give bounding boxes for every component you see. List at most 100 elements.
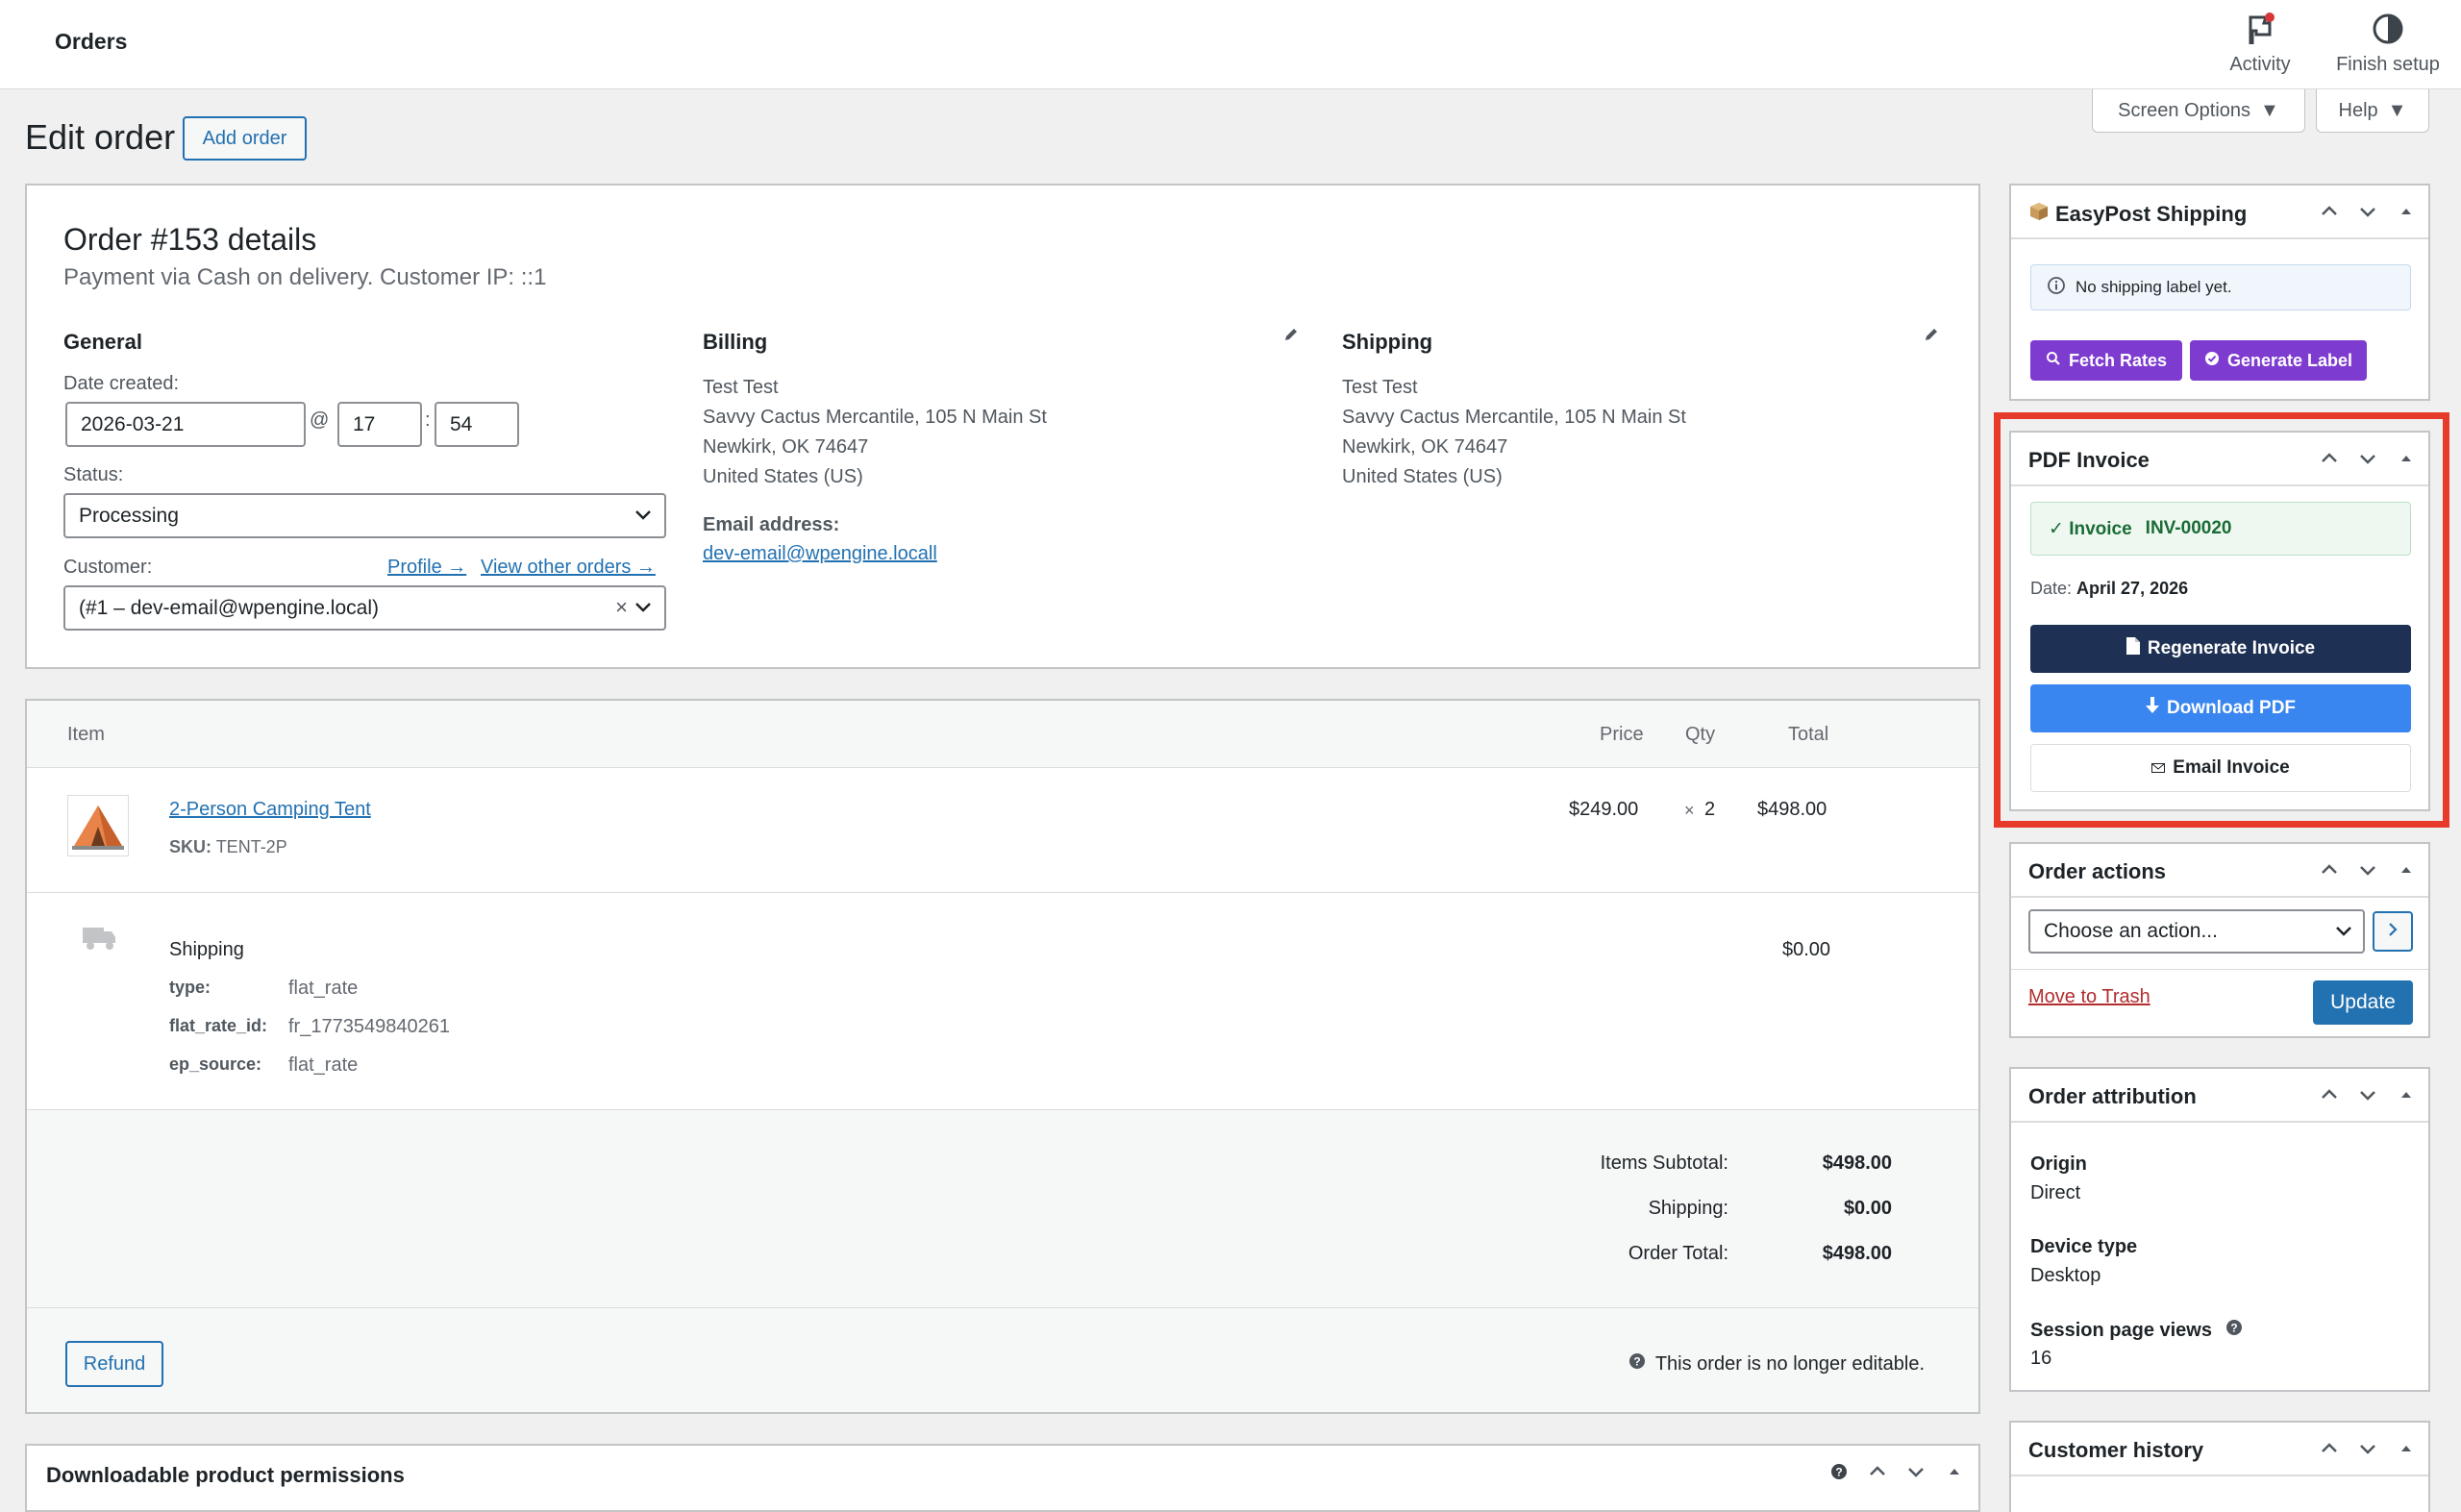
chevron-up-icon[interactable] bbox=[2315, 1080, 2344, 1109]
product-thumbnail bbox=[67, 795, 129, 856]
finish-setup-button[interactable]: Finish setup bbox=[2330, 12, 2446, 76]
toggle-triangle-icon[interactable] bbox=[2392, 197, 2421, 226]
chevron-down-icon[interactable] bbox=[1902, 1457, 1930, 1486]
caret-down-icon: ▼ bbox=[2387, 99, 2407, 121]
generate-label-button[interactable]: Generate Label bbox=[2190, 340, 2367, 381]
status-label: Status: bbox=[63, 464, 124, 485]
screen-options-label: Screen Options bbox=[2118, 99, 2251, 121]
chevron-down-icon[interactable] bbox=[2353, 197, 2382, 226]
clear-icon[interactable]: × bbox=[615, 595, 628, 620]
package-icon bbox=[2028, 201, 2050, 228]
shipping-line-name: Shipping bbox=[169, 939, 244, 960]
activity-button[interactable]: Activity bbox=[2226, 12, 2294, 76]
caret-down-icon: ▼ bbox=[2260, 99, 2279, 121]
general-heading: General bbox=[63, 330, 142, 354]
minute-input[interactable]: 54 bbox=[435, 402, 519, 447]
toggle-triangle-icon[interactable] bbox=[2392, 444, 2421, 473]
email-invoice-button[interactable]: Email Invoice bbox=[2030, 744, 2411, 792]
order-action-select[interactable]: Choose an action... bbox=[2028, 909, 2365, 954]
date-created-input[interactable]: 2026-03-21 bbox=[65, 402, 306, 447]
regenerate-invoice-button[interactable]: Regenerate Invoice bbox=[2030, 625, 2411, 673]
chevron-up-icon[interactable] bbox=[2315, 1434, 2344, 1463]
hour-input[interactable]: 17 bbox=[337, 402, 422, 447]
pdf-invoice-title: PDF Invoice bbox=[2028, 448, 2150, 472]
shipping-line: United States (US) bbox=[1342, 466, 1503, 487]
pdf-invoice-box: PDF Invoice ✓ Invoice INV-00020 Date: Ap… bbox=[2009, 431, 2430, 811]
meta-value: fr_1773549840261 bbox=[288, 1016, 450, 1037]
top-bar: Orders Activity Finish setup bbox=[0, 0, 2461, 89]
qty-times: × bbox=[1684, 801, 1695, 820]
chevron-up-icon[interactable] bbox=[2315, 855, 2344, 884]
customer-history-title: Customer history bbox=[2028, 1438, 2204, 1462]
fetch-rates-button[interactable]: Fetch Rates bbox=[2030, 340, 2182, 381]
chevron-down-icon bbox=[634, 505, 653, 530]
product-qty: 2 bbox=[1704, 799, 1716, 820]
download-pdf-button[interactable]: Download PDF bbox=[2030, 684, 2411, 732]
chevron-down-icon[interactable] bbox=[2353, 1080, 2382, 1109]
refund-button[interactable]: Refund bbox=[65, 1341, 163, 1387]
session-views-label-row: Session page views ? bbox=[2030, 1319, 2243, 1342]
add-order-button[interactable]: Add order bbox=[183, 116, 307, 161]
product-name-link[interactable]: 2-Person Camping Tent bbox=[169, 799, 371, 821]
help-icon: ? bbox=[1628, 1352, 1646, 1376]
divider bbox=[2011, 969, 2428, 970]
chevron-up-icon[interactable] bbox=[2315, 197, 2344, 226]
svg-text:?: ? bbox=[1835, 1466, 1842, 1479]
customer-value: (#1 – dev-email@wpengine.local) bbox=[79, 596, 379, 619]
toggle-triangle-icon[interactable] bbox=[2392, 1434, 2421, 1463]
edit-shipping-pencil-icon[interactable] bbox=[1923, 326, 1940, 348]
not-editable-notice: ? This order is no longer editable. bbox=[1628, 1352, 1925, 1376]
table-row: 2-Person Camping Tent SKU: TENT-2P $249.… bbox=[27, 768, 1978, 893]
shipping-line: Test Test bbox=[1342, 377, 1418, 398]
chevron-down-icon[interactable] bbox=[2353, 444, 2382, 473]
shipping-address: Test Test Savvy Cactus Mercantile, 105 N… bbox=[1342, 373, 1686, 492]
page-title: Edit order bbox=[25, 117, 176, 157]
flag-icon bbox=[2226, 12, 2294, 48]
order-attribution-box: Order attribution Origin Direct Device t… bbox=[2009, 1067, 2430, 1392]
device-type-label: Device type bbox=[2030, 1236, 2138, 1257]
billing-line: Savvy Cactus Mercantile, 105 N Main St bbox=[703, 407, 1047, 428]
help-icon[interactable]: ? bbox=[2225, 1319, 2243, 1342]
invoice-number: INV-00020 bbox=[2145, 518, 2232, 538]
update-button[interactable]: Update bbox=[2313, 980, 2413, 1025]
invoice-date-label: Date: bbox=[2030, 579, 2073, 598]
toggle-triangle-icon[interactable] bbox=[2392, 855, 2421, 884]
help-icon[interactable]: ? bbox=[1825, 1457, 1853, 1486]
at-sign: @ bbox=[310, 409, 330, 431]
view-other-orders-link[interactable]: View other orders → bbox=[481, 557, 656, 579]
screen-options-button[interactable]: Screen Options ▼ bbox=[2092, 89, 2305, 133]
chevron-up-icon[interactable] bbox=[1863, 1457, 1892, 1486]
toggle-triangle-icon[interactable] bbox=[2392, 1080, 2421, 1109]
date-created-label: Date created: bbox=[63, 373, 180, 394]
move-to-trash-link[interactable]: Move to Trash bbox=[2028, 986, 2150, 1008]
col-price: Price bbox=[1600, 724, 1644, 745]
search-icon bbox=[2046, 351, 2061, 371]
chevron-down-icon bbox=[634, 597, 653, 622]
downloadable-title: Downloadable product permissions bbox=[46, 1463, 405, 1487]
profile-link[interactable]: Profile → bbox=[387, 557, 466, 579]
apply-action-button[interactable] bbox=[2373, 911, 2413, 952]
help-button[interactable]: Help ▼ bbox=[2316, 89, 2429, 133]
edit-billing-pencil-icon[interactable] bbox=[1282, 326, 1300, 348]
shipping-line: Savvy Cactus Mercantile, 105 N Main St bbox=[1342, 407, 1686, 428]
invoice-date-value: April 27, 2026 bbox=[2076, 579, 2189, 598]
chevron-down-icon[interactable] bbox=[2353, 855, 2382, 884]
status-select[interactable]: Processing bbox=[63, 493, 666, 538]
shipping-heading: Shipping bbox=[1342, 330, 1433, 354]
origin-value: Direct bbox=[2030, 1182, 2081, 1203]
info-icon bbox=[2047, 276, 2066, 300]
product-total: $498.00 bbox=[1757, 799, 1827, 820]
envelope-icon bbox=[2151, 757, 2166, 779]
billing-email-link[interactable]: dev-email@wpengine.locall bbox=[703, 543, 937, 565]
not-editable-text: This order is no longer editable. bbox=[1654, 1352, 1925, 1375]
order-action-value: Choose an action... bbox=[2044, 920, 2218, 942]
origin-label: Origin bbox=[2030, 1153, 2087, 1175]
invoice-date: Date: April 27, 2026 bbox=[2030, 579, 2188, 599]
chevron-up-icon[interactable] bbox=[2315, 444, 2344, 473]
chevron-down-icon[interactable] bbox=[2353, 1434, 2382, 1463]
check-circle-icon bbox=[2204, 351, 2220, 371]
totals-value: $498.00 bbox=[1822, 1243, 1892, 1264]
toggle-triangle-icon[interactable] bbox=[1940, 1457, 1969, 1486]
billing-line: Newkirk, OK 74647 bbox=[703, 436, 869, 458]
customer-select[interactable]: (#1 – dev-email@wpengine.local) × bbox=[63, 585, 666, 631]
